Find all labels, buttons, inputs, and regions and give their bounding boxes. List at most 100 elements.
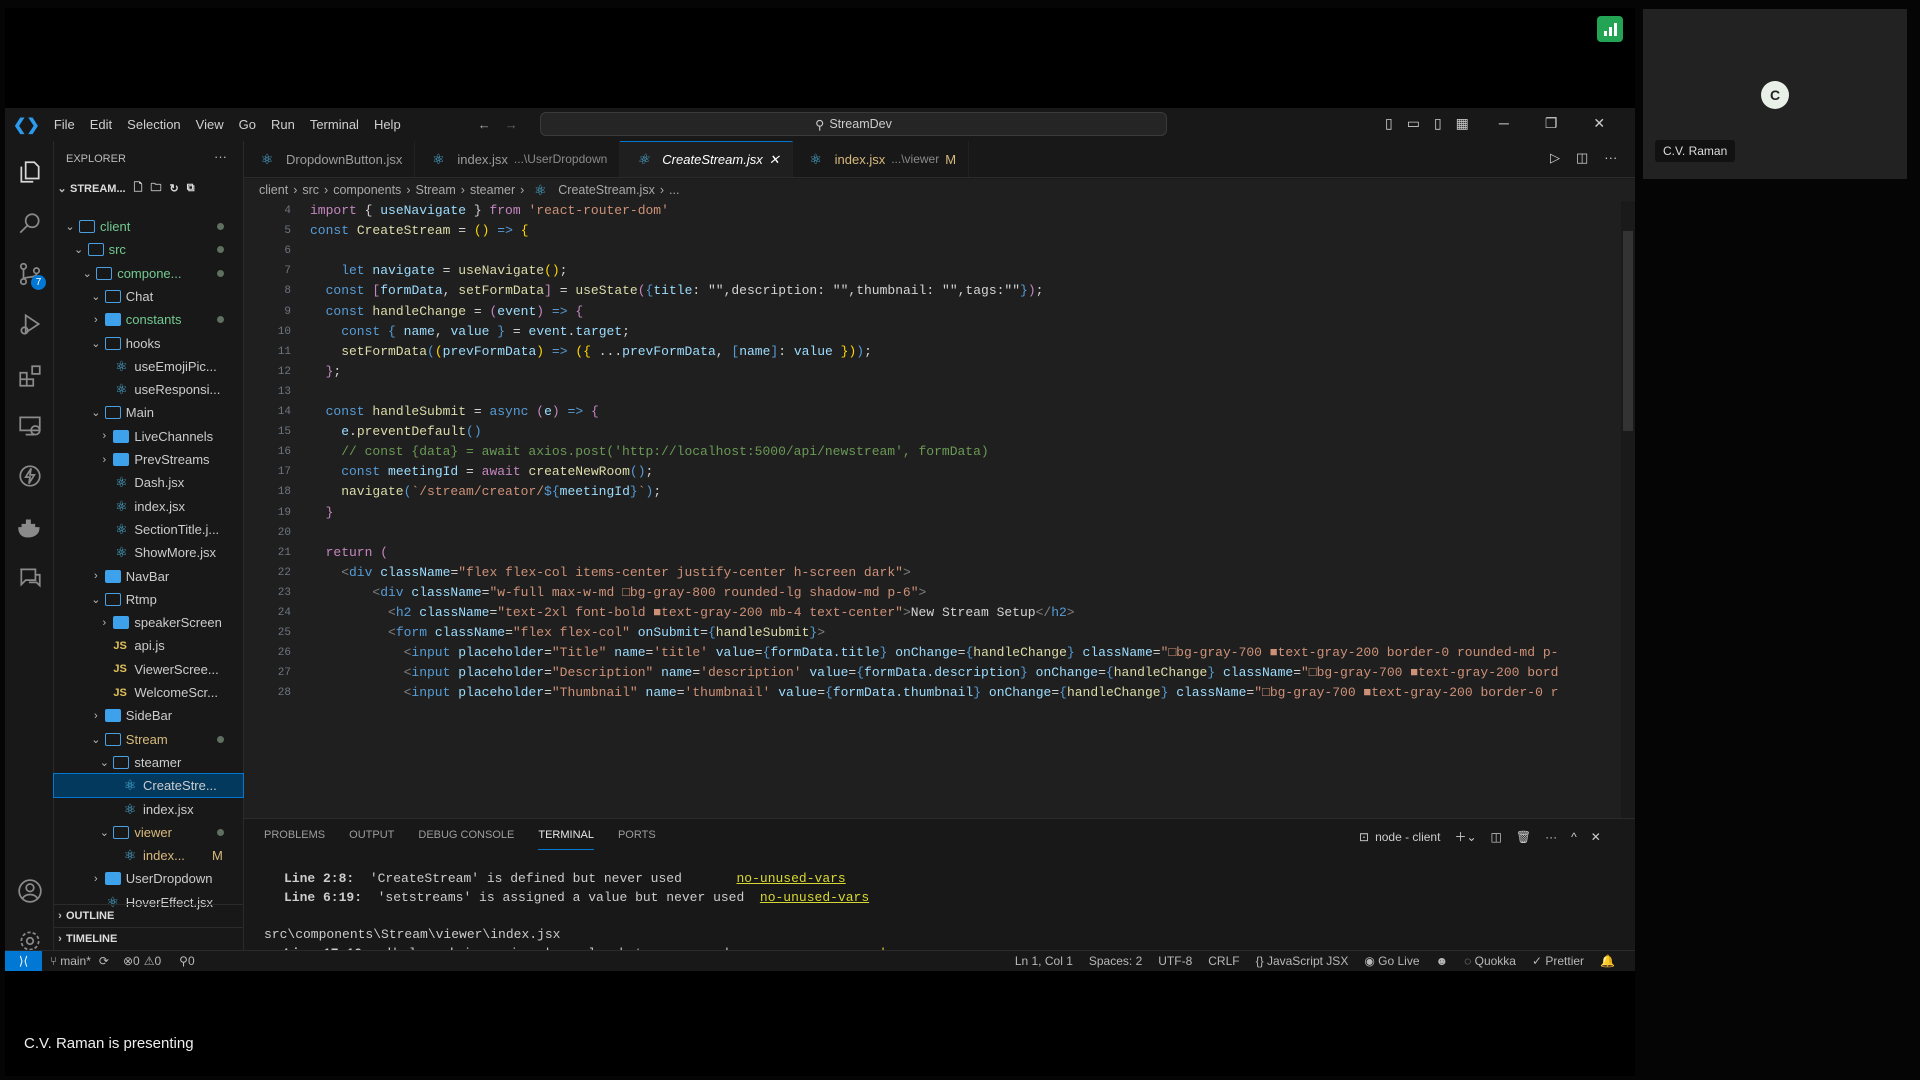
source-control-icon[interactable]: 7 [17, 261, 46, 290]
breadcrumb-item[interactable]: Stream [415, 183, 455, 197]
remote-indicator-icon[interactable]: ⟩⟨ [5, 950, 42, 971]
new-terminal-icon[interactable]: ＋⌄ [1454, 828, 1476, 845]
tree-item[interactable]: ⌄ Chat [54, 285, 243, 308]
kill-terminal-icon[interactable]: 🗑 [1516, 830, 1531, 844]
tree-item[interactable]: ⚛ Dash.jsx [54, 471, 243, 494]
tree-item[interactable]: ⌄ src [54, 238, 243, 261]
tree-item[interactable]: › LiveChannels [54, 425, 243, 448]
toggle-secondary-sidebar-icon[interactable]: ▯ [1434, 115, 1442, 132]
new-file-icon[interactable]: 🗋 [134, 179, 143, 198]
collapse-all-icon[interactable]: ⧉ [187, 182, 195, 195]
customize-layout-icon[interactable]: ▦ [1456, 115, 1469, 132]
tree-item[interactable]: ⌄ steamer [54, 751, 243, 774]
network-signal-icon[interactable] [1597, 16, 1623, 42]
remote-explorer-icon[interactable] [17, 413, 43, 439]
outline-section[interactable]: › OUTLINE [54, 904, 243, 927]
encoding[interactable]: UTF-8 [1158, 954, 1192, 968]
go-live-button[interactable]: ◉ Go Live [1364, 954, 1419, 968]
menu-file[interactable]: File [54, 117, 75, 132]
quokka-button[interactable]: ◌ Quokka [1464, 954, 1516, 968]
menu-run[interactable]: Run [271, 117, 295, 132]
toggle-sidebar-icon[interactable]: ▯ [1385, 115, 1393, 132]
forward-arrow-icon[interactable]: → [505, 117, 518, 132]
tab-index-jsx[interactable]: ⚛ index.jsx ...\UserDropdown [415, 141, 621, 177]
tree-item[interactable]: ⚛ index.jsx [54, 495, 243, 518]
breadcrumb-item[interactable]: client [259, 183, 288, 197]
chat-icon[interactable] [17, 565, 43, 591]
command-center-search[interactable]: ⚲ StreamDev [540, 112, 1167, 136]
refresh-icon[interactable]: ↻ [169, 182, 178, 195]
menu-view[interactable]: View [196, 117, 224, 132]
menu-help[interactable]: Help [374, 117, 401, 132]
tree-item[interactable]: ⌄ viewer [54, 821, 243, 844]
copilot-icon[interactable]: ☻ [1436, 954, 1449, 968]
lint-rule-link[interactable]: no-unused-vars [760, 890, 869, 905]
tree-item[interactable]: › PrevStreams [54, 448, 243, 471]
close-button[interactable]: ✕ [1593, 115, 1605, 132]
cursor-position[interactable]: Ln 1, Col 1 [1015, 954, 1073, 968]
restore-button[interactable]: ❐ [1545, 115, 1558, 132]
language-mode[interactable]: {} JavaScript JSX [1256, 954, 1349, 968]
line-ending[interactable]: CRLF [1208, 954, 1239, 968]
participant-tile[interactable]: C C.V. Raman [1643, 9, 1907, 179]
notifications-bell-icon[interactable]: 🔔 [1600, 954, 1615, 968]
breadcrumb-item[interactable]: src [302, 183, 319, 197]
run-icon[interactable]: ▷ [1550, 150, 1560, 166]
tree-item[interactable]: ⌄ compone... [54, 262, 243, 285]
back-arrow-icon[interactable]: ← [478, 117, 491, 132]
close-tab-icon[interactable]: ✕ [769, 152, 780, 168]
tree-item[interactable]: ⌄ Rtmp [54, 588, 243, 611]
close-panel-icon[interactable]: ✕ [1591, 830, 1601, 844]
tree-item[interactable]: › constants [54, 308, 243, 331]
tree-item[interactable]: JS WelcomeScr... [54, 681, 243, 704]
split-terminal-icon[interactable]: ◫ [1491, 830, 1502, 844]
run-debug-icon[interactable] [17, 311, 43, 337]
editor-scrollbar[interactable] [1621, 201, 1635, 818]
tree-item[interactable]: › SideBar [54, 704, 243, 727]
menu-selection[interactable]: Selection [127, 117, 180, 132]
tree-item[interactable]: ⌄ client [54, 215, 243, 238]
more-actions-icon[interactable]: ··· [214, 149, 227, 164]
more-actions-icon[interactable]: ··· [1545, 830, 1557, 844]
tab-dropdownbutton-jsx[interactable]: ⚛ DropdownButton.jsx [244, 141, 416, 177]
error-count[interactable]: 0 [133, 954, 140, 968]
new-folder-icon[interactable]: 🗀 [150, 179, 161, 198]
tree-item[interactable]: JS ViewerScree... [54, 658, 243, 681]
menu-terminal[interactable]: Terminal [310, 117, 359, 132]
warning-count[interactable]: 0 [154, 954, 161, 968]
tree-item[interactable]: ⚛ ShowMore.jsx [54, 541, 243, 564]
maximize-panel-icon[interactable]: ^ [1571, 830, 1577, 844]
workspace-root[interactable]: ⌄ STREAM... 🗋 🗀 ↻ ⧉ [54, 179, 195, 198]
tree-item[interactable]: ⌄ Stream [54, 728, 243, 751]
tab-createstream-jsx[interactable]: ⚛ CreateStream.jsx ✕ [620, 141, 793, 177]
lint-rule-link[interactable]: no-unused-vars [737, 871, 846, 886]
account-icon[interactable] [17, 878, 43, 904]
timeline-section[interactable]: › TIMELINE [54, 927, 243, 950]
extensions-icon[interactable] [17, 363, 43, 389]
breadcrumb-item[interactable]: components [333, 183, 401, 197]
tab-index-jsx[interactable]: ⚛ index.jsx ...\viewer M [793, 141, 970, 177]
explorer-icon[interactable] [17, 159, 43, 185]
tree-item[interactable]: ⌄ hooks [54, 332, 243, 355]
panel-tab-debug-console[interactable]: DEBUG CONSOLE [418, 829, 514, 841]
menu-go[interactable]: Go [239, 117, 256, 132]
ports-count[interactable]: 0 [188, 954, 195, 968]
tree-item[interactable]: JS api.js [54, 634, 243, 657]
split-editor-icon[interactable]: ◫ [1576, 150, 1588, 166]
terminal-name[interactable]: node - client [1375, 830, 1440, 844]
breadcrumb-item[interactable]: steamer [470, 183, 515, 197]
tree-item[interactable]: ⚛ index.jsx [54, 798, 243, 821]
docker-icon[interactable] [17, 515, 43, 541]
minimize-button[interactable]: ─ [1499, 115, 1509, 132]
code-editor[interactable]: 4 import { useNavigate } from 'react-rout… [244, 201, 1635, 818]
tree-item[interactable]: › speakerScreen [54, 611, 243, 634]
tree-item[interactable]: ⚛ useResponsi... [54, 378, 243, 401]
panel-tab-ports[interactable]: PORTS [618, 829, 656, 841]
git-branch[interactable]: main* [60, 954, 91, 968]
panel-tab-terminal[interactable]: TERMINAL [538, 821, 594, 850]
indentation[interactable]: Spaces: 2 [1089, 954, 1142, 968]
tree-item[interactable]: › NavBar [54, 565, 243, 588]
tree-item[interactable]: ⌄ Main [54, 401, 243, 424]
menu-edit[interactable]: Edit [90, 117, 112, 132]
thunder-client-icon[interactable] [17, 463, 43, 489]
